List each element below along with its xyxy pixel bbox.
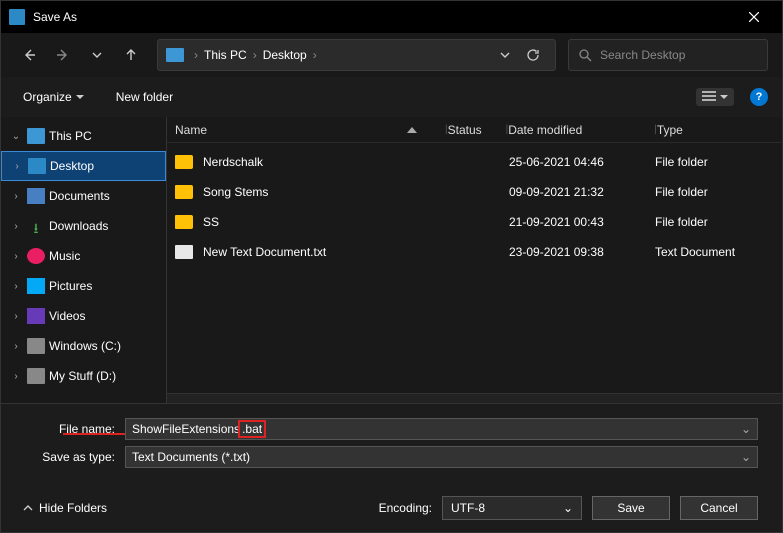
sidebar: ⌄ This PC › Desktop › Documents › ⭳ Down… bbox=[1, 117, 167, 403]
chevron-up-icon bbox=[23, 503, 33, 513]
file-row[interactable]: Song Stems 09-09-2021 21:32 File folder bbox=[167, 177, 782, 207]
expand-icon[interactable]: › bbox=[9, 281, 23, 292]
view-mode-button[interactable] bbox=[696, 88, 734, 106]
breadcrumb-separator: › bbox=[192, 48, 200, 62]
address-bar[interactable]: › This PC › Desktop › bbox=[157, 39, 556, 71]
close-icon bbox=[749, 12, 759, 22]
up-button[interactable] bbox=[117, 41, 145, 69]
folder-icon bbox=[175, 215, 193, 229]
pictures-icon bbox=[27, 278, 45, 294]
breadcrumb-separator: › bbox=[311, 48, 319, 62]
save-form: File name: ShowFileExtensions.bat ⌄ Save… bbox=[1, 403, 782, 488]
drive-icon bbox=[27, 338, 45, 354]
location-icon bbox=[166, 48, 184, 62]
sidebar-item-desktop[interactable]: › Desktop bbox=[1, 151, 166, 181]
search-icon bbox=[579, 49, 592, 62]
chevron-down-icon: ⌄ bbox=[563, 501, 573, 515]
column-date[interactable]: Date modified bbox=[508, 123, 654, 137]
chevron-down-icon bbox=[500, 50, 510, 60]
drive-icon bbox=[27, 368, 45, 384]
breadcrumb-separator: › bbox=[251, 48, 259, 62]
collapse-icon[interactable]: ⌄ bbox=[9, 131, 23, 142]
document-icon bbox=[27, 188, 45, 204]
file-row[interactable]: SS 21-09-2021 00:43 File folder bbox=[167, 207, 782, 237]
annotation-highlight: .bat bbox=[238, 420, 266, 438]
folder-icon bbox=[175, 185, 193, 199]
sidebar-item-music[interactable]: › Music bbox=[1, 241, 166, 271]
expand-icon[interactable]: › bbox=[9, 371, 23, 382]
sidebar-item-windows-c[interactable]: › Windows (C:) bbox=[1, 331, 166, 361]
annotation-underline bbox=[63, 433, 125, 435]
sidebar-item-videos[interactable]: › Videos bbox=[1, 301, 166, 331]
expand-icon[interactable]: › bbox=[9, 251, 23, 262]
sidebar-item-documents[interactable]: › Documents bbox=[1, 181, 166, 211]
arrow-left-icon bbox=[22, 48, 36, 62]
arrow-up-icon bbox=[124, 48, 138, 62]
toolbar: Organize New folder ? bbox=[1, 77, 782, 117]
filename-input[interactable]: ShowFileExtensions.bat ⌄ bbox=[125, 418, 758, 440]
window-title: Save As bbox=[33, 10, 734, 24]
app-icon bbox=[9, 9, 25, 25]
refresh-icon bbox=[526, 48, 540, 62]
file-row[interactable]: Nerdschalk 25-06-2021 04:46 File folder bbox=[167, 147, 782, 177]
column-status[interactable]: Status bbox=[448, 123, 506, 137]
expand-icon[interactable]: › bbox=[9, 191, 23, 202]
videos-icon bbox=[27, 308, 45, 324]
sort-indicator-icon bbox=[407, 127, 417, 133]
file-list-pane: Name | Status | Date modified | Type Ner… bbox=[167, 117, 782, 403]
sidebar-item-downloads[interactable]: › ⭳ Downloads bbox=[1, 211, 166, 241]
sidebar-item-thispc[interactable]: ⌄ This PC bbox=[1, 121, 166, 151]
saveastype-label: Save as type: bbox=[25, 450, 125, 464]
search-box[interactable]: Search Desktop bbox=[568, 39, 768, 71]
column-type[interactable]: Type bbox=[657, 123, 774, 137]
navigation-bar: › This PC › Desktop › Search Desktop bbox=[1, 33, 782, 77]
dropdown-caret-icon bbox=[720, 93, 728, 101]
close-button[interactable] bbox=[734, 3, 774, 31]
back-button[interactable] bbox=[15, 41, 43, 69]
save-button[interactable]: Save bbox=[592, 496, 670, 520]
encoding-select[interactable]: UTF-8 ⌄ bbox=[442, 496, 582, 520]
expand-icon[interactable]: › bbox=[9, 221, 23, 232]
cancel-button[interactable]: Cancel bbox=[680, 496, 758, 520]
save-as-dialog: Save As › This PC › Desktop › bbox=[0, 0, 783, 533]
chevron-down-icon bbox=[92, 50, 102, 60]
saveastype-select[interactable]: Text Documents (*.txt) ⌄ bbox=[125, 446, 758, 468]
expand-icon[interactable]: › bbox=[9, 341, 23, 352]
new-folder-button[interactable]: New folder bbox=[108, 86, 181, 108]
folder-icon bbox=[175, 155, 193, 169]
address-dropdown[interactable] bbox=[491, 41, 519, 69]
arrow-right-icon bbox=[56, 48, 70, 62]
pc-icon bbox=[27, 128, 45, 144]
download-icon: ⭳ bbox=[27, 218, 45, 234]
forward-button[interactable] bbox=[49, 41, 77, 69]
refresh-button[interactable] bbox=[519, 41, 547, 69]
expand-icon[interactable]: › bbox=[9, 311, 23, 322]
file-row[interactable]: New Text Document.txt 23-09-2021 09:38 T… bbox=[167, 237, 782, 267]
filename-dropdown[interactable]: ⌄ bbox=[735, 422, 751, 436]
expand-icon[interactable]: › bbox=[10, 161, 24, 172]
list-view-icon bbox=[702, 91, 716, 103]
main-area: ⌄ This PC › Desktop › Documents › ⭳ Down… bbox=[1, 117, 782, 403]
titlebar: Save As bbox=[1, 1, 782, 33]
dropdown-caret-icon bbox=[76, 93, 84, 101]
recent-dropdown[interactable] bbox=[83, 41, 111, 69]
desktop-icon bbox=[28, 158, 46, 174]
sidebar-item-mystuff-d[interactable]: › My Stuff (D:) bbox=[1, 361, 166, 391]
encoding-label: Encoding: bbox=[379, 501, 432, 515]
breadcrumb-desktop[interactable]: Desktop bbox=[259, 48, 311, 62]
footer: Hide Folders Encoding: UTF-8 ⌄ Save Canc… bbox=[1, 488, 782, 532]
music-icon bbox=[27, 248, 45, 264]
breadcrumb-thispc[interactable]: This PC bbox=[200, 48, 251, 62]
hide-folders-button[interactable]: Hide Folders bbox=[19, 497, 111, 519]
text-file-icon bbox=[175, 245, 193, 259]
sidebar-item-pictures[interactable]: › Pictures bbox=[1, 271, 166, 301]
help-button[interactable]: ? bbox=[750, 88, 768, 106]
saveastype-dropdown[interactable]: ⌄ bbox=[735, 450, 751, 464]
column-headers: Name | Status | Date modified | Type bbox=[167, 117, 782, 143]
horizontal-scrollbar[interactable] bbox=[167, 393, 782, 403]
file-list: Nerdschalk 25-06-2021 04:46 File folder … bbox=[167, 143, 782, 393]
organize-button[interactable]: Organize bbox=[15, 86, 92, 108]
search-placeholder: Search Desktop bbox=[600, 48, 685, 62]
column-name[interactable]: Name bbox=[175, 123, 445, 137]
